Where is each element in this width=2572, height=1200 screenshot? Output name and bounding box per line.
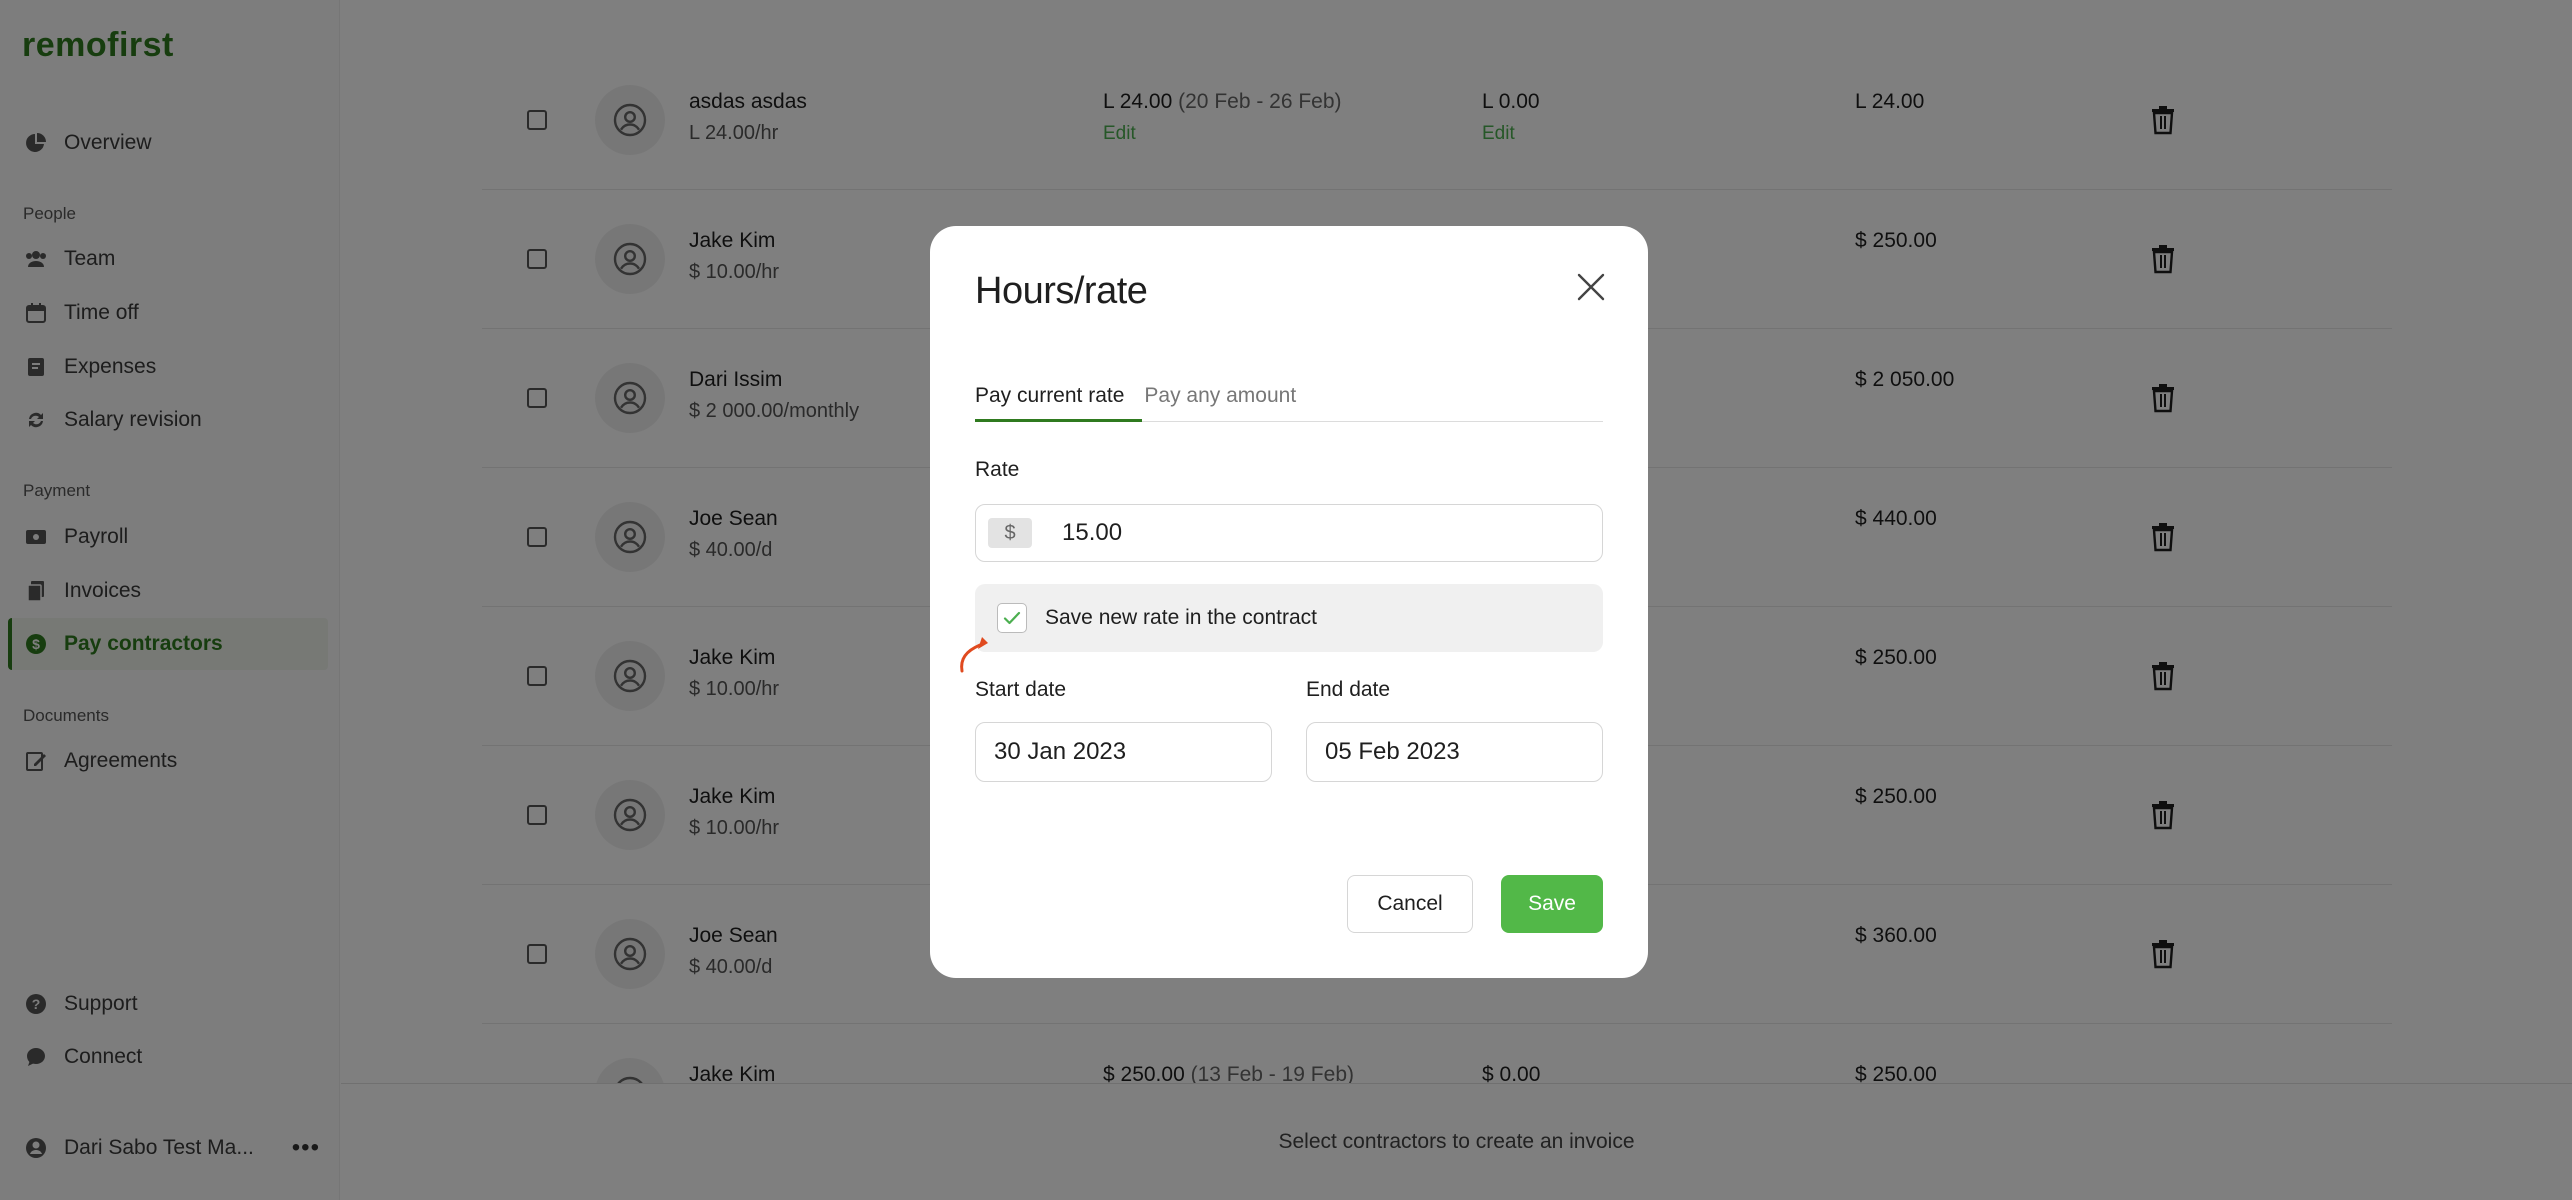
rate-input[interactable]: $ 15.00 (975, 504, 1603, 562)
cancel-button[interactable]: Cancel (1347, 875, 1473, 933)
rate-value: 15.00 (1062, 519, 1123, 546)
rate-label: Rate (975, 458, 1020, 481)
close-icon[interactable] (1572, 268, 1610, 306)
save-rate-label: Save new rate in the contract (1045, 606, 1317, 629)
end-date-input[interactable]: 05 Feb 2023 (1306, 722, 1603, 782)
start-date-label: Start date (975, 678, 1067, 701)
start-date-input[interactable]: 30 Jan 2023 (975, 722, 1272, 782)
tab-pay-any-amount[interactable]: Pay any amount (1144, 376, 1312, 421)
rate-tabs: Pay current rate Pay any amount (975, 376, 1603, 422)
save-new-rate-option[interactable]: Save new rate in the contract (975, 584, 1603, 652)
tab-pay-current-rate[interactable]: Pay current rate (975, 376, 1143, 422)
modal-title: Hours/rate (975, 270, 1148, 312)
save-button[interactable]: Save (1501, 875, 1603, 933)
hours-rate-modal: Hours/rate Pay current rate Pay any amou… (930, 226, 1648, 978)
end-date-label: End date (1306, 678, 1391, 701)
currency-badge: $ (988, 518, 1032, 548)
curved-arrow-icon (960, 637, 988, 673)
